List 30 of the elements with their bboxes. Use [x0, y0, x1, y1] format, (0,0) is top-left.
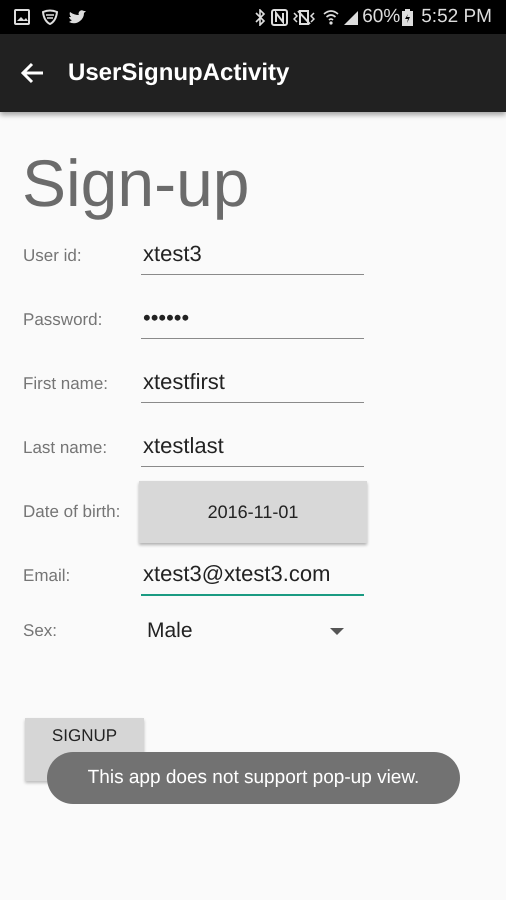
shield-icon	[42, 9, 58, 25]
field-label: User id:	[23, 245, 83, 268]
text-field[interactable]: xtestlast	[141, 429, 364, 467]
bird-icon	[68, 10, 86, 24]
toolbar-title: UserSignupActivity	[68, 58, 290, 88]
clock-time: 5:52 PM	[421, 4, 492, 29]
field-label: Last name:	[23, 437, 108, 460]
field-label: Password:	[23, 309, 104, 332]
page-heading: Sign-up	[22, 150, 250, 222]
signal-icon	[343, 10, 358, 24]
wifi-icon	[323, 8, 340, 26]
bluetooth-icon	[255, 8, 266, 26]
text-field[interactable]: xtest3	[141, 237, 364, 275]
battery-icon	[402, 8, 414, 26]
image-icon	[14, 9, 30, 25]
battery-percentage: 60%	[362, 4, 400, 29]
back-icon[interactable]	[20, 62, 44, 84]
text-field[interactable]: ••••••	[141, 301, 364, 339]
sex-dropdown[interactable]: Male	[141, 615, 364, 647]
field-label: Email:	[23, 565, 72, 588]
vibrate-icon	[293, 8, 316, 26]
dropdown-arrow-icon	[330, 628, 344, 634]
text-field[interactable]: xtest3@xtest3.com	[141, 556, 364, 596]
popup-toast: This app does not support pop-up view.	[47, 752, 460, 804]
field-label: Date of birth:	[23, 501, 122, 524]
date-button[interactable]: 2016-11-01	[139, 481, 367, 543]
nfc-icon	[271, 8, 288, 26]
text-field[interactable]: xtestfirst	[141, 365, 364, 403]
field-label: First name:	[23, 373, 110, 396]
field-label: Sex:	[23, 620, 58, 642]
